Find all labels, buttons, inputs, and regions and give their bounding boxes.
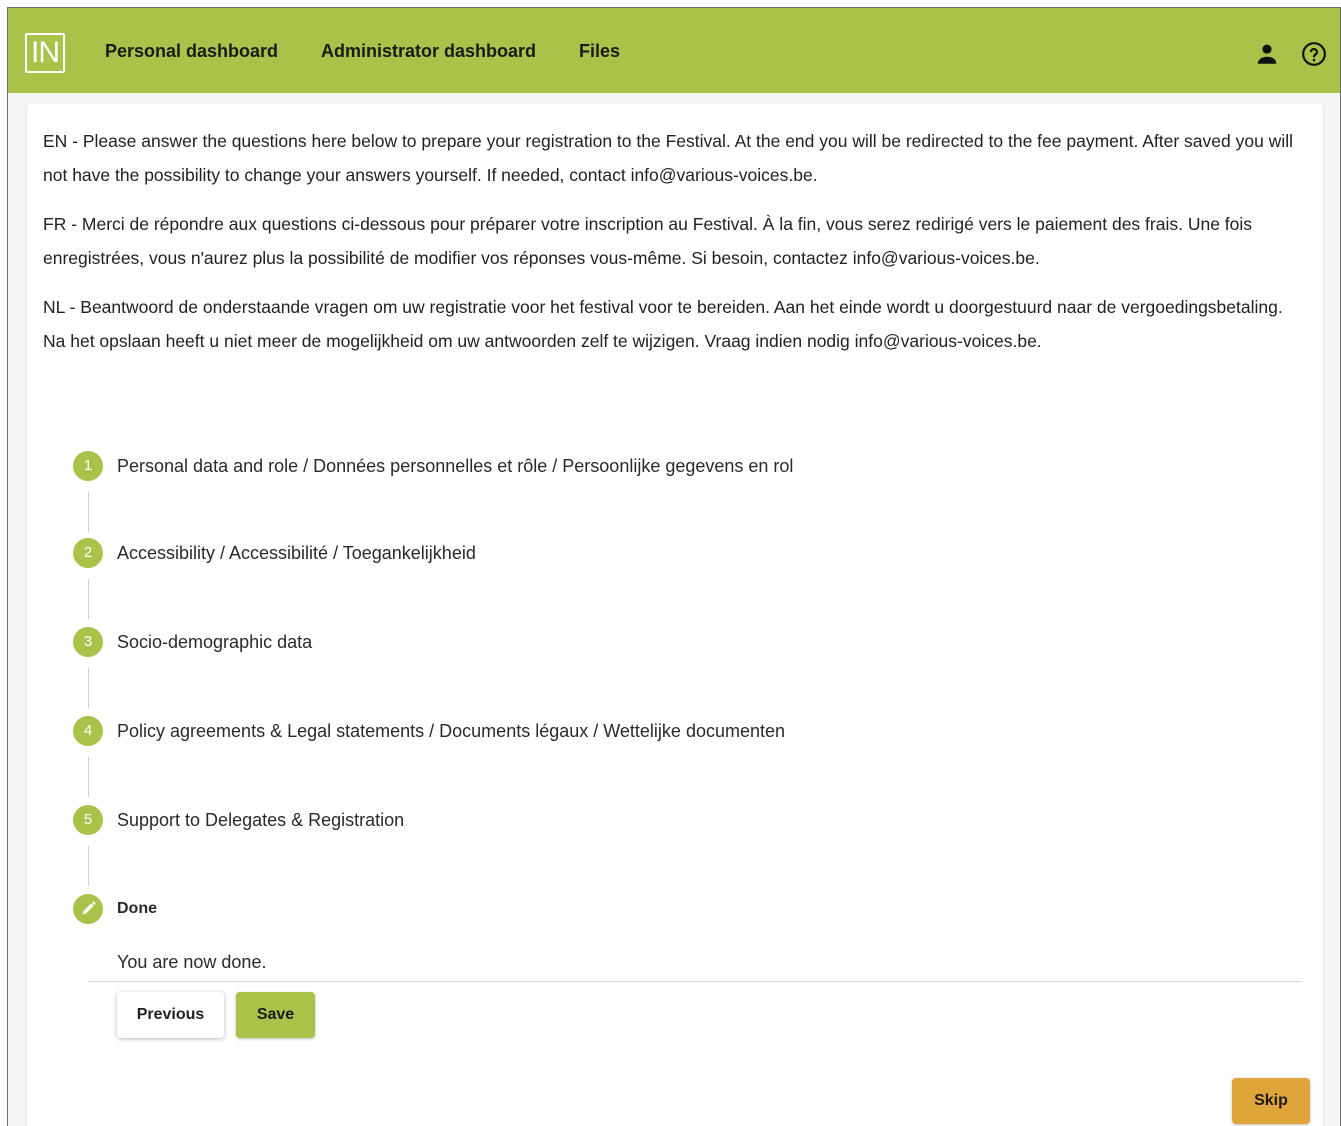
skip-button[interactable]: Skip [1232, 1078, 1310, 1124]
step-done[interactable]: Done [73, 894, 157, 924]
step-5[interactable]: 5 Support to Delegates & Registration [73, 805, 404, 835]
app-logo[interactable]: IN [25, 33, 65, 73]
intro-nl: NL - Beantwoord de onderstaande vragen o… [43, 297, 1283, 351]
nav-administrator-dashboard[interactable]: Administrator dashboard [321, 41, 536, 62]
step-number: 1 [73, 451, 103, 481]
intro-en: EN - Please answer the questions here be… [43, 131, 1293, 185]
help-circle-icon[interactable] [1301, 41, 1327, 67]
pencil-icon [73, 894, 103, 924]
step-label: Accessibility / Accessibilité / Toeganke… [117, 542, 476, 563]
step-connector [88, 757, 89, 797]
step-label: Support to Delegates & Registration [117, 809, 405, 830]
user-icon[interactable] [1254, 41, 1280, 67]
step-number: 3 [73, 627, 103, 657]
step-1[interactable]: 1 Personal data and role / Données perso… [73, 451, 793, 481]
step-4[interactable]: 4 Policy agreements & Legal statements /… [73, 716, 785, 746]
save-button[interactable]: Save [236, 992, 315, 1038]
step-label: Personal data and role / Données personn… [117, 455, 794, 476]
step-connector [88, 492, 89, 532]
intro-fr: FR - Merci de répondre aux questions ci-… [43, 214, 1253, 268]
step-3[interactable]: 3 Socio-demographic data [73, 627, 312, 657]
app-window: IN Personal dashboard Administrator dash… [7, 7, 1341, 1126]
step-connector [88, 668, 89, 708]
previous-button[interactable]: Previous [117, 992, 224, 1038]
step-label: Socio-demographic data [117, 631, 313, 652]
step-connector [88, 579, 89, 619]
step-number: 5 [73, 805, 103, 835]
step-number: 4 [73, 716, 103, 746]
divider [88, 981, 1302, 982]
top-navbar: IN Personal dashboard Administrator dash… [8, 8, 1340, 93]
nav-files[interactable]: Files [579, 41, 620, 62]
step-connector [88, 846, 89, 886]
step-2[interactable]: 2 Accessibility / Accessibilité / Toegan… [73, 538, 476, 568]
step-label: Done [117, 900, 157, 917]
done-message: You are now done. [117, 952, 267, 972]
step-label: Policy agreements & Legal statements / D… [117, 720, 786, 741]
registration-card: EN - Please answer the questions here be… [27, 104, 1323, 1126]
nav-personal-dashboard[interactable]: Personal dashboard [105, 41, 278, 62]
step-number: 2 [73, 538, 103, 568]
